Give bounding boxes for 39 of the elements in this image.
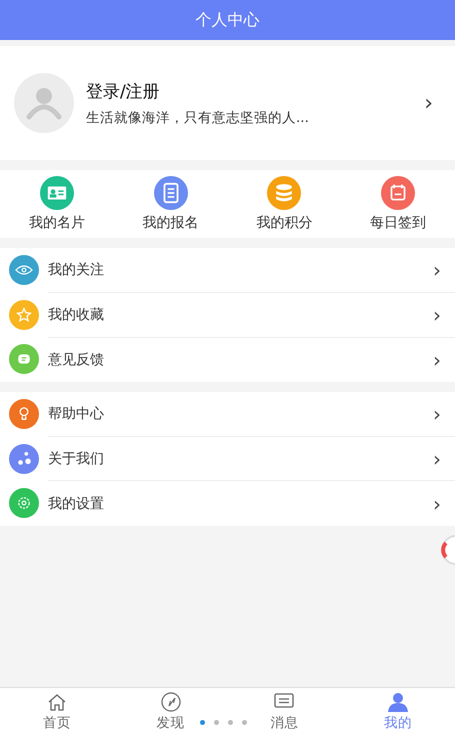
chevron-icon: › <box>433 492 455 516</box>
menu-row[interactable]: 关于我们 › <box>0 436 455 481</box>
menu-label: 意见反馈 <box>48 350 105 369</box>
shortcut-button[interactable]: 我的积分 <box>228 170 342 238</box>
chevron-icon: › <box>433 258 455 282</box>
tab[interactable]: 我的 <box>341 688 455 734</box>
motto-text: 生活就像海洋，只有意志坚强的人... <box>86 108 310 126</box>
shortcut-button[interactable]: 我的报名 <box>114 170 228 238</box>
tab[interactable]: 发现 <box>114 688 228 734</box>
login-link: 登录/注册 <box>86 80 161 102</box>
profile-card[interactable]: 登录/注册 生活就像海洋，只有意志坚强的人... › <box>0 46 455 160</box>
avatar-icon <box>14 73 74 133</box>
chevron-icon: › <box>424 90 441 116</box>
tab[interactable]: 首页 <box>0 688 114 734</box>
menu-label: 帮助中心 <box>48 405 105 424</box>
chevron-icon: › <box>433 402 455 426</box>
menu-row[interactable]: 我的关注 › <box>0 248 455 293</box>
menu-row[interactable]: 我的收藏 › <box>0 292 455 338</box>
tab[interactable]: 消息 <box>228 688 342 734</box>
chevron-icon: › <box>433 303 455 328</box>
person-icon <box>387 690 410 712</box>
float-button-icon[interactable] <box>440 534 455 566</box>
compass-icon <box>160 690 182 712</box>
menu-label: 我的收藏 <box>48 306 105 324</box>
menu-label: 我的关注 <box>48 261 105 280</box>
page-dot[interactable] <box>214 720 219 725</box>
page-dot[interactable] <box>200 720 205 725</box>
menu-row[interactable]: 帮助中心 › <box>0 392 455 436</box>
page-dot[interactable] <box>228 720 233 725</box>
chevron-icon: › <box>433 348 455 372</box>
menu-row[interactable]: 意见反馈 › <box>0 337 455 382</box>
page-title: 个人中心 <box>196 10 260 30</box>
shortcut-button[interactable]: 每日签到 <box>341 170 455 238</box>
menu-label: 关于我们 <box>48 450 105 468</box>
page-dot[interactable] <box>242 720 247 725</box>
shortcut-button[interactable]: 我的名片 <box>0 170 114 238</box>
chevron-icon: › <box>433 447 455 472</box>
menu-label: 我的设置 <box>48 494 105 513</box>
menu-row[interactable]: 我的设置 › <box>0 480 455 526</box>
